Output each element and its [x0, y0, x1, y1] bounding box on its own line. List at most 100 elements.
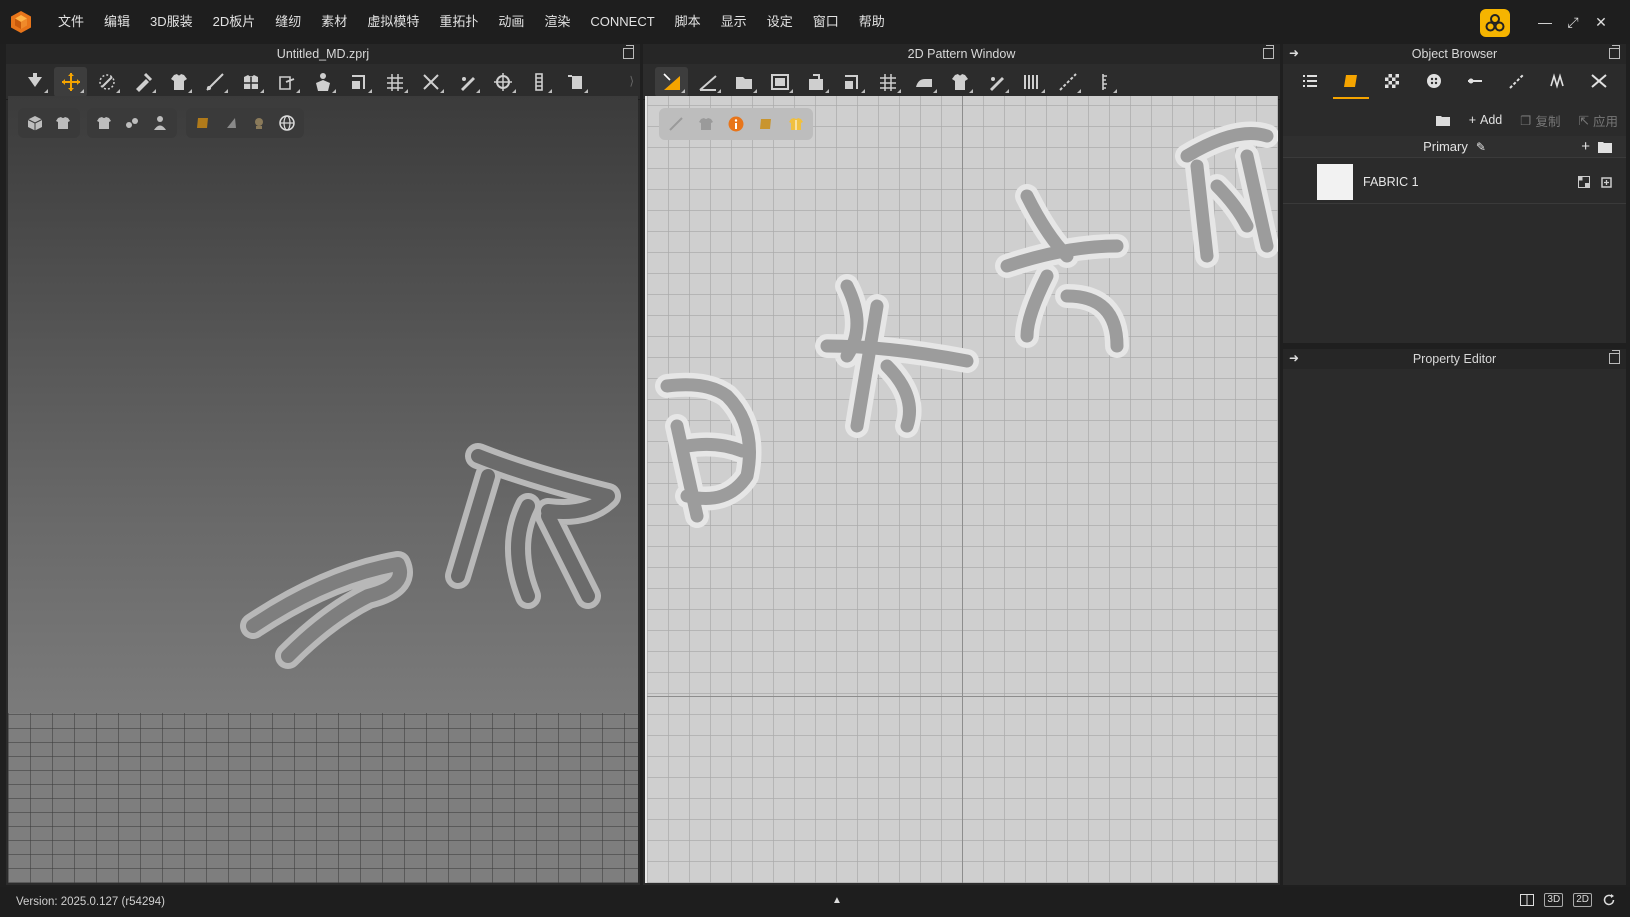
primary-group-row[interactable]: Primary ✎ +	[1283, 136, 1626, 158]
menu-item-10[interactable]: CONNECT	[580, 0, 664, 44]
tab-texture[interactable]	[1374, 67, 1410, 95]
menu-item-5[interactable]: 素材	[311, 0, 357, 44]
menu-item-1[interactable]: 编辑	[94, 0, 140, 44]
tool-transform[interactable]	[90, 67, 123, 97]
tool-simulate[interactable]	[18, 67, 51, 97]
show-3d-avatar-button[interactable]	[24, 112, 46, 134]
toolbar-more-icon[interactable]: ⟩	[629, 74, 634, 88]
tool-segment-2d[interactable]	[835, 67, 868, 97]
add-folder-icon[interactable]	[1435, 112, 1451, 128]
tool-fold[interactable]	[270, 67, 303, 97]
environment-display-button[interactable]	[276, 112, 298, 134]
minimize-icon[interactable]: —	[1538, 15, 1552, 29]
tool-select-move[interactable]	[54, 66, 87, 97]
show-shirt-button[interactable]	[93, 112, 115, 134]
split-view-icon[interactable]	[1520, 894, 1535, 906]
menu-item-3[interactable]: 2D板片	[203, 0, 266, 44]
tab-fabric[interactable]	[1333, 67, 1370, 99]
tool-avatar[interactable]	[306, 67, 339, 97]
tab-zipper[interactable]	[1581, 67, 1617, 95]
property-collapse-arrow-icon[interactable]: ➜	[1289, 351, 1299, 365]
tool-tack[interactable]	[126, 67, 159, 97]
tool-internal-shape[interactable]	[799, 67, 832, 97]
menu-item-4[interactable]: 缝纫	[265, 0, 311, 44]
menu-item-8[interactable]: 动画	[488, 0, 534, 44]
tool-segment[interactable]	[342, 67, 375, 97]
add-button[interactable]: + Add	[1469, 113, 1503, 127]
menu-item-9[interactable]: 渲染	[534, 0, 580, 44]
show-avatar-button[interactable]	[149, 112, 171, 134]
tool-pleat[interactable]	[1015, 67, 1048, 97]
connect-brand-button[interactable]	[1480, 9, 1510, 37]
tool-grid[interactable]	[378, 67, 411, 97]
tab-topstitch[interactable]	[1499, 67, 1535, 95]
viewport3d-canvas[interactable]	[8, 96, 638, 883]
refresh-icon[interactable]	[1602, 893, 1616, 907]
tool-polygon[interactable]	[727, 67, 760, 97]
tab-pucker[interactable]	[1540, 67, 1576, 95]
show-trims-button[interactable]	[121, 112, 143, 134]
tool-pattern-select[interactable]	[655, 66, 688, 97]
texture-display-button[interactable]	[220, 112, 242, 134]
menu-item-12[interactable]: 显示	[711, 0, 757, 44]
fabric-texture-icon[interactable]	[1578, 175, 1590, 188]
group-folder-icon[interactable]	[1598, 141, 1612, 153]
pattern2d-restore-icon[interactable]	[1263, 45, 1274, 59]
collapse-arrow-icon[interactable]: ➜	[1289, 46, 1299, 60]
menu-item-6[interactable]: 虚拟模特	[357, 0, 429, 44]
menu-item-13[interactable]: 设定	[757, 0, 803, 44]
tool-grid-2d[interactable]	[871, 67, 904, 97]
version-text: Version: 2025.0.127 (r54294)	[16, 896, 165, 908]
view-2d-button[interactable]: 2D	[1573, 893, 1592, 907]
fabric-duplicate-icon[interactable]	[1600, 176, 1612, 188]
avatar-display-button[interactable]	[248, 112, 270, 134]
garment-2d-icon	[699, 118, 713, 130]
tool-fold-2d[interactable]	[907, 67, 940, 97]
garment-color-button[interactable]	[785, 113, 807, 135]
fabric-2d-button[interactable]	[755, 113, 777, 135]
info-button[interactable]	[725, 113, 747, 135]
property-editor-restore-icon[interactable]	[1609, 350, 1620, 364]
apply-button[interactable]: ⇱ 应用	[1579, 111, 1619, 130]
tool-button[interactable]	[558, 67, 591, 97]
tool-edit-pattern[interactable]	[691, 67, 724, 97]
tool-steam[interactable]	[450, 67, 483, 97]
tool-garment-fit[interactable]	[162, 67, 195, 97]
status-view-buttons: 3D 2D	[1520, 893, 1616, 907]
tool-pin-point[interactable]	[486, 67, 519, 97]
copy-button[interactable]: ❐ 复制	[1520, 111, 1560, 130]
menu-item-14[interactable]: 窗口	[803, 0, 849, 44]
tab-buttonhole[interactable]	[1457, 67, 1493, 95]
tool-measure[interactable]	[198, 67, 231, 97]
tool-arrangement[interactable]	[234, 67, 267, 97]
show-garment-2d-button[interactable]	[695, 113, 717, 135]
fabric-display-button[interactable]	[192, 112, 214, 134]
tool-steam-2d[interactable]	[979, 67, 1012, 97]
tool-shirt-2d[interactable]	[943, 67, 976, 97]
tool-ruler[interactable]	[1087, 67, 1120, 97]
tab-button[interactable]	[1416, 67, 1452, 95]
menu-item-2[interactable]: 3D服装	[140, 0, 203, 44]
pattern2d-canvas[interactable]	[645, 96, 1278, 883]
show-garment-button[interactable]	[52, 112, 74, 134]
tool-dash-line[interactable]	[1051, 67, 1084, 97]
view-3d-button[interactable]: 3D	[1544, 893, 1564, 907]
menu-item-7[interactable]: 重拓扑	[429, 0, 488, 44]
menu-item-11[interactable]: 脚本	[665, 0, 711, 44]
show-pattern-button[interactable]	[665, 113, 687, 135]
object-browser-restore-icon[interactable]	[1609, 45, 1620, 59]
tool-rectangle[interactable]	[763, 67, 796, 97]
expand-caret-icon[interactable]: ▲	[832, 895, 842, 906]
edit-pencil-icon[interactable]: ✎	[1476, 140, 1486, 154]
add-item-icon[interactable]: +	[1581, 138, 1590, 155]
tool-sewing[interactable]	[414, 67, 447, 97]
tab-list[interactable]	[1292, 67, 1328, 95]
close-icon[interactable]: ✕	[1594, 15, 1608, 29]
menu-item-15[interactable]: 帮助	[849, 0, 895, 44]
menu-item-0[interactable]: 文件	[48, 0, 94, 44]
avatar-shirt-icon	[315, 72, 330, 91]
tool-zipper[interactable]	[522, 67, 555, 97]
viewport3d-restore-icon[interactable]	[623, 45, 634, 59]
maximize-icon[interactable]: ⤢	[1566, 15, 1580, 29]
fabric-list-item[interactable]: FABRIC 1	[1283, 160, 1626, 204]
